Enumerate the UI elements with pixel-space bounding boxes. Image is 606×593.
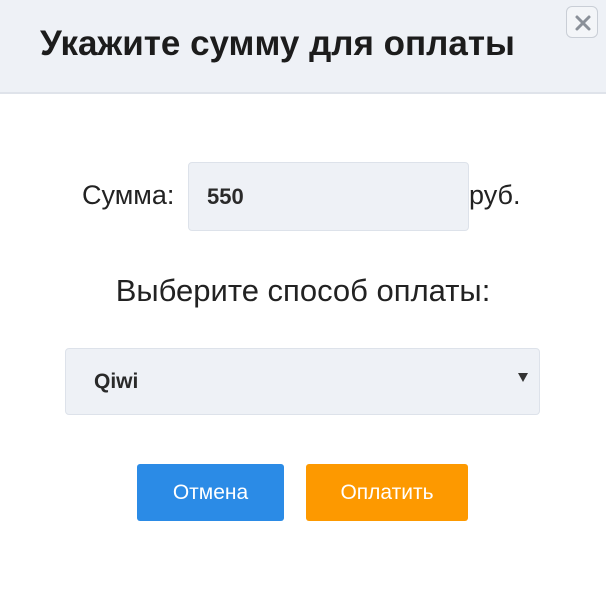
amount-label: Сумма: xyxy=(82,180,175,210)
pay-button[interactable]: Оплатить xyxy=(306,464,468,521)
payment-method-select[interactable]: Qiwi xyxy=(65,348,540,415)
payment-method-heading: Выберите способ оплаты: xyxy=(115,273,491,308)
payment-method-value: Qiwi xyxy=(94,370,139,393)
dropdown-arrow-icon xyxy=(518,373,528,382)
dialog-title: Укажите сумму для оплаты xyxy=(40,24,515,63)
dialog-header: Укажите сумму для оплаты xyxy=(0,0,606,94)
currency-unit: руб. xyxy=(469,180,521,210)
close-button[interactable] xyxy=(566,6,598,38)
amount-input[interactable] xyxy=(188,162,469,231)
payment-dialog: Укажите сумму для оплаты Сумма: руб. Выб… xyxy=(0,0,606,593)
close-icon xyxy=(575,15,591,31)
cancel-button[interactable]: Отмена xyxy=(137,464,284,521)
